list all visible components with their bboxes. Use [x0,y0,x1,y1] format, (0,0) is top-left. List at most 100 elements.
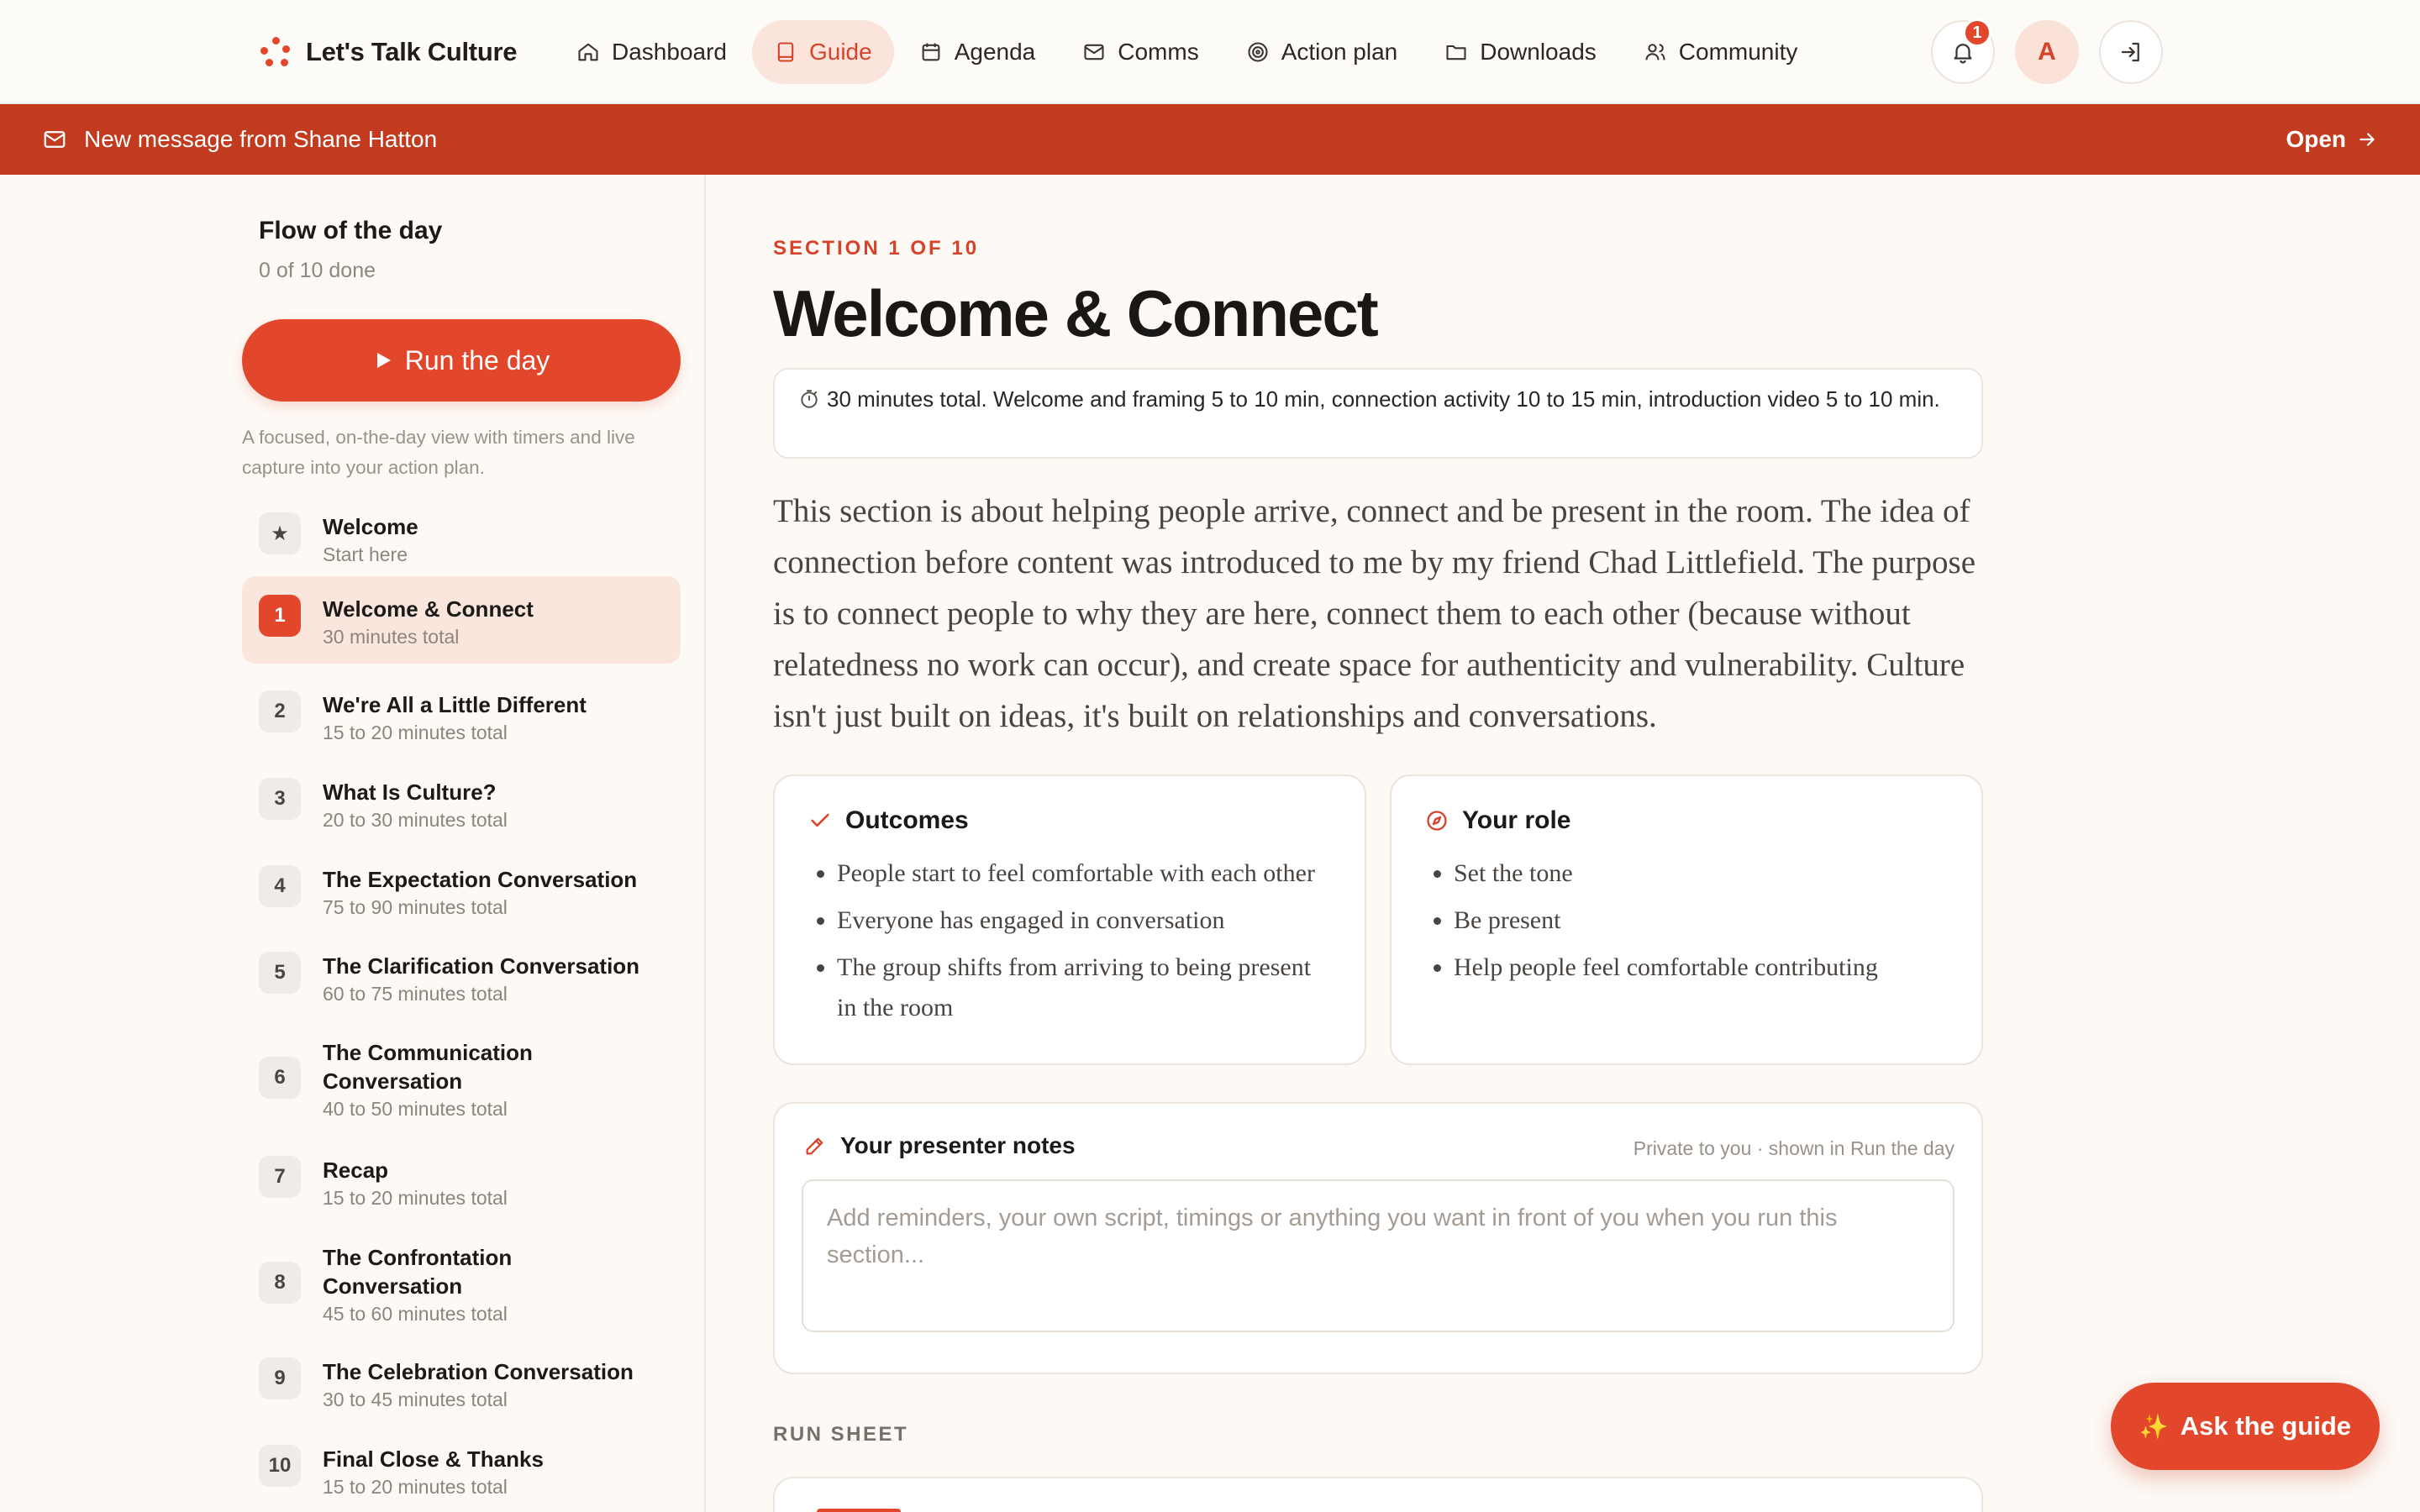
run-the-day-label: Run the day [404,344,550,375]
timing-text: 30 minutes total. Welcome and framing 5 … [827,386,1940,412]
nav-action-plan[interactable]: Action plan [1224,20,1420,84]
step-title: The Communication Conversation [323,1040,533,1094]
step-title: The Expectation Conversation [323,867,638,892]
nav-community-label: Community [1678,39,1798,65]
role-list: Set the tone Be present Help people feel… [1425,853,1948,988]
step-number: 5 [259,952,301,994]
step-item-7[interactable]: 7 Recap 15 to 20 minutes total [242,1146,681,1221]
users-icon [1645,44,1665,60]
sign-out-icon [2121,42,2139,62]
folder-icon [1446,45,1466,60]
step-title: Recap [323,1158,389,1183]
step-title: Final Close & Thanks [323,1446,544,1472]
step-duration: Start here [323,543,408,565]
banner-open-button[interactable]: Open [2286,126,2378,153]
section-intro: This section is about helping people arr… [773,493,1976,734]
calendar-icon [922,43,940,61]
page-title: Welcome & Connect [773,276,1379,350]
flow-title: Flow of the day [259,217,443,244]
nav-dashboard[interactable]: Dashboard [555,20,749,84]
book-icon [777,42,794,62]
nav-agenda[interactable]: Agenda [897,20,1058,84]
step-item-9[interactable]: 9 The Celebration Conversation 30 to 45 m… [242,1347,681,1423]
step-number: 3 [259,778,301,820]
main-nav: Dashboard Guide Agenda Comms Action plan… [555,20,1819,84]
notification-badge: 1 [1963,18,1991,47]
role-title: Your role [1462,806,1571,834]
pencil-icon [806,1137,823,1155]
step-title: We're All a Little Different [323,692,587,717]
step-duration: 20 to 30 minutes total [323,809,508,831]
nav-downloads[interactable]: Downloads [1423,20,1618,84]
step-number: 2 [259,690,301,732]
step-item-4[interactable]: 4 The Expectation Conversation 75 to 90 m… [242,855,681,931]
step-number: 8 [259,1262,301,1304]
list-item: The group shifts from arriving to being … [837,948,1331,1028]
check-icon [811,813,829,827]
mail-icon [44,131,66,148]
banner-open-label: Open [2286,126,2346,152]
top-navigation-bar: Let's Talk Culture Dashboard Guide Agend… [0,0,2420,104]
mail-icon [1084,44,1104,60]
nav-downloads-label: Downloads [1480,39,1597,65]
role-card: Your role Set the tone Be present Help p… [1390,774,1983,1065]
notes-privacy-note: Private to you · shown in Run the day [1633,1137,1954,1159]
brand-logo-icon [260,37,291,67]
arrow-right-icon [2360,133,2375,146]
nav-dashboard-label: Dashboard [612,39,727,65]
step-item-3[interactable]: 3 What Is Culture? 20 to 30 minutes total [242,768,681,843]
home-icon [578,43,598,61]
step-duration: 30 to 45 minutes total [323,1389,508,1410]
step-number: 9 [259,1357,301,1399]
nav-agenda-label: Agenda [954,39,1036,65]
brand-name: Let's Talk Culture [306,37,518,66]
stopwatch-icon [801,390,818,408]
outcomes-card: Outcomes People start to feel comfortabl… [773,774,1366,1065]
section-label: SECTION 1 OF 10 [773,237,980,260]
nav-community[interactable]: Community [1622,20,1820,84]
step-item-2[interactable]: 2 We're All a Little Different 15 to 20 m… [242,680,681,756]
step-item-5[interactable]: 5 The Clarification Conversation 60 to 75… [242,942,681,1017]
step-title: The Celebration Conversation [323,1359,634,1384]
step-title: The Confrontation Conversation [323,1245,513,1299]
sparkle-icon: ✨ [2139,1413,2169,1440]
nav-guide-label: Guide [808,39,872,65]
presenter-notes-card: Your presenter notes Private to you · sh… [773,1102,1983,1374]
list-item: Be present [1454,900,1948,941]
sign-out-button[interactable] [2099,20,2163,84]
step-duration: 60 to 75 minutes total [323,983,508,1005]
outcomes-list: People start to feel comfortable with ea… [808,853,1331,1028]
step-number: 7 [259,1156,301,1198]
presenter-notes-input[interactable] [802,1179,1954,1332]
nav-guide[interactable]: Guide [751,20,894,84]
step-duration: 15 to 20 minutes total [323,722,508,743]
step-title: What Is Culture? [323,780,497,805]
nav-action-plan-label: Action plan [1281,39,1398,65]
ask-the-guide-button[interactable]: ✨ Ask the guide [2111,1383,2380,1470]
notifications-button[interactable]: 1 [1931,18,1995,84]
step-item-6[interactable]: 6 The Communication Conversation 40 to 50… [242,1028,681,1132]
outcomes-header: Outcomes [808,806,1331,835]
role-header: Your role [1425,806,1948,835]
step-item-welcome[interactable]: ★ Welcome Start here [242,502,681,573]
brand[interactable]: Let's Talk Culture [260,32,517,72]
run-description: A focused, on-the-day view with timers a… [242,427,635,478]
step-number: 1 [259,595,301,637]
nav-comms[interactable]: Comms [1060,20,1220,84]
run-the-day-button[interactable]: Run the day [242,319,681,402]
list-item: People start to feel comfortable with ea… [837,853,1331,894]
step-number: 4 [259,865,301,907]
message-banner: New message from Shane Hatton Open [0,104,2420,175]
step-item-10[interactable]: 10 Final Close & Thanks 15 to 20 minutes … [242,1435,681,1510]
step-item-1[interactable]: 1 Welcome & Connect 30 minutes total [242,576,681,664]
step-duration: 75 to 90 minutes total [323,896,508,918]
banner-message: New message from Shane Hatton [84,126,438,152]
flow-sidebar: Flow of the day 0 of 10 done Run the day… [0,175,706,1512]
play-icon [376,353,391,368]
target-icon [1248,42,1268,62]
step-item-8[interactable]: 8 The Confrontation Conversation 45 to 60… [242,1233,681,1337]
list-item: Everyone has engaged in conversation [837,900,1331,941]
header-actions: 1 A [1931,18,2163,84]
avatar[interactable]: A [2015,20,2079,84]
nav-comms-label: Comms [1118,39,1199,65]
